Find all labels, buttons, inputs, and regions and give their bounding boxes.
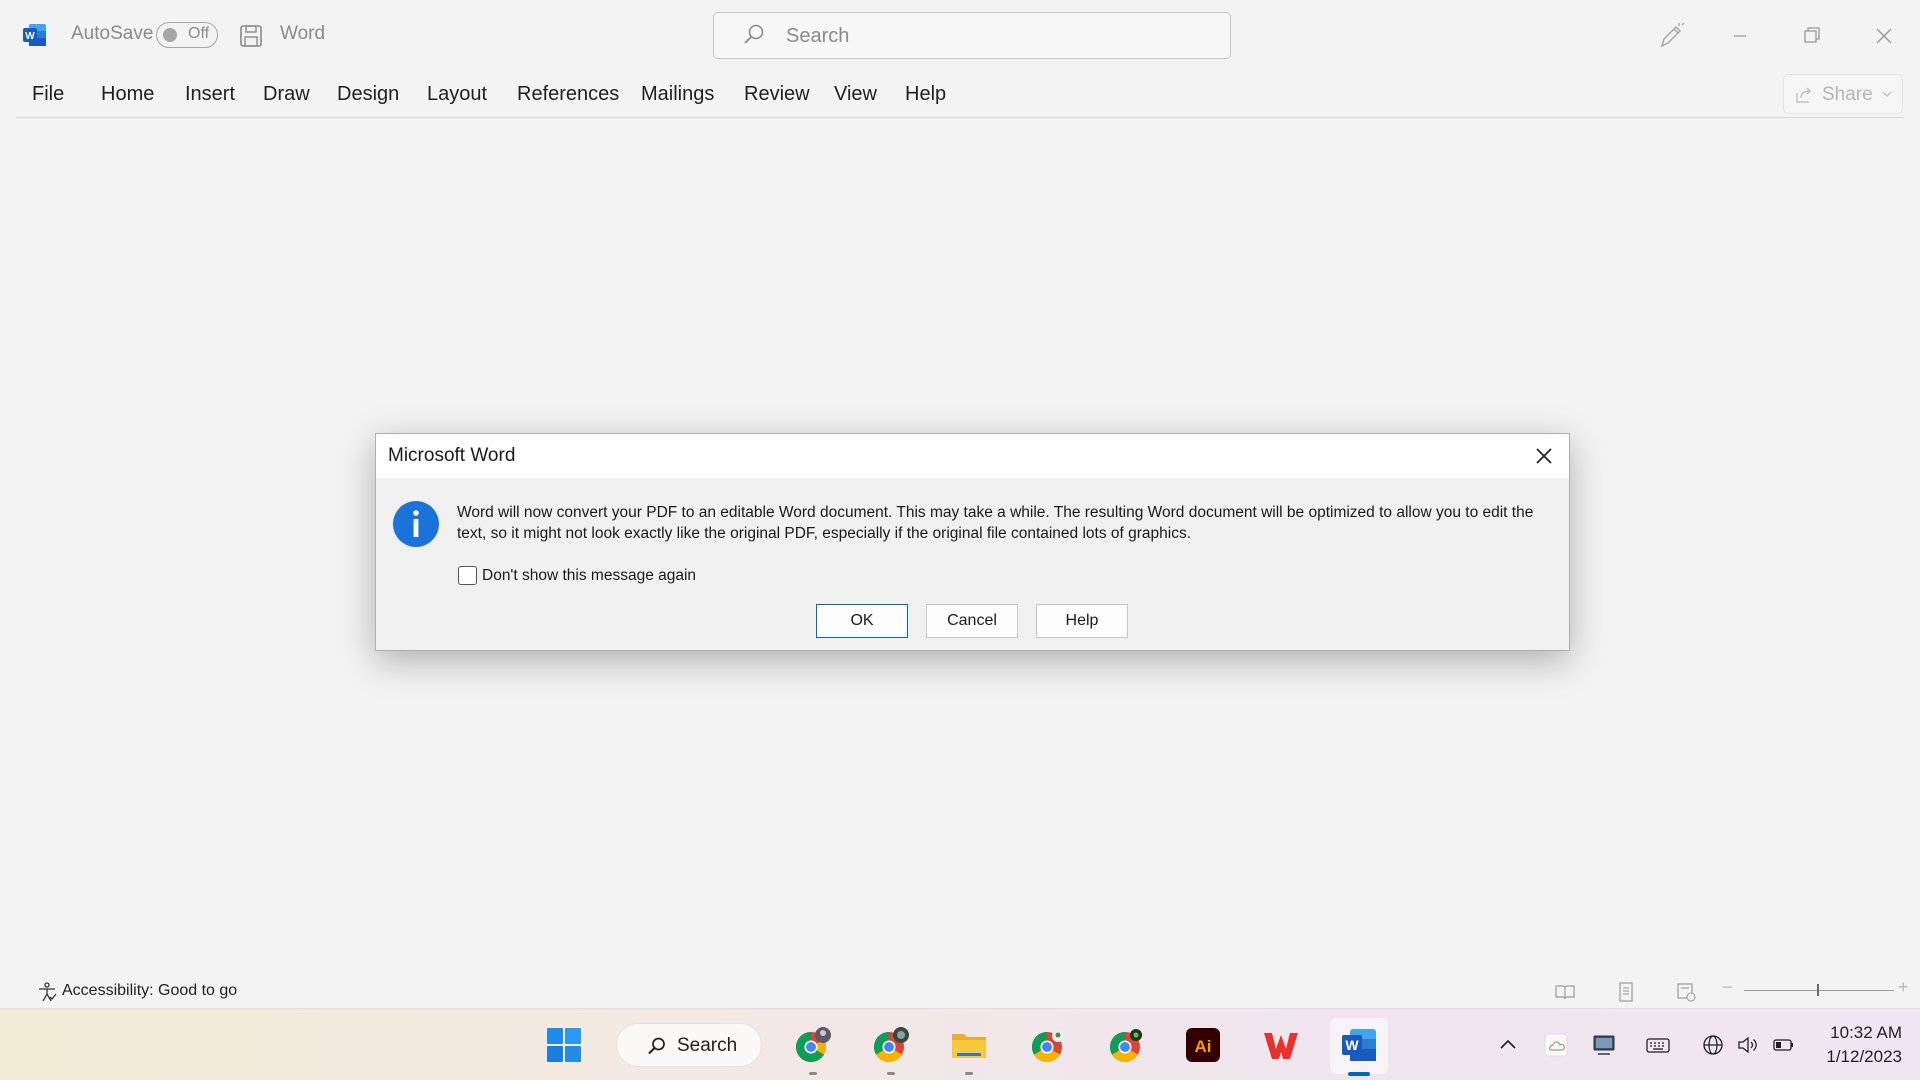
dialog-close-icon[interactable] bbox=[1527, 439, 1561, 473]
taskbar-search-label: Search bbox=[677, 1035, 738, 1056]
chrome-icon[interactable] bbox=[793, 1025, 833, 1065]
clock-time[interactable]: 10:32 AM bbox=[1822, 1023, 1902, 1043]
zoom-slider-thumb[interactable] bbox=[1817, 984, 1819, 996]
search-icon bbox=[744, 24, 764, 44]
taskbar-search[interactable]: Search bbox=[616, 1023, 762, 1067]
chrome-icon[interactable] bbox=[1027, 1025, 1067, 1065]
accessibility-status[interactable]: Accessibility: Good to go bbox=[62, 982, 237, 1000]
tab-view[interactable]: View bbox=[834, 83, 877, 106]
cancel-button[interactable]: Cancel bbox=[926, 604, 1018, 638]
help-button[interactable]: Help bbox=[1036, 604, 1128, 638]
dialog-message: Word will now convert your PDF to an edi… bbox=[457, 504, 1534, 542]
zoom-slider-track[interactable] bbox=[1744, 990, 1894, 991]
keyboard-icon[interactable] bbox=[1646, 1033, 1670, 1057]
svg-text:W: W bbox=[25, 31, 35, 42]
display-icon[interactable] bbox=[1592, 1033, 1616, 1057]
autosave-toggle[interactable]: Off bbox=[156, 22, 218, 48]
chevron-up-icon[interactable] bbox=[1496, 1033, 1520, 1057]
tab-design[interactable]: Design bbox=[337, 83, 399, 106]
chevron-down-icon[interactable] bbox=[1880, 87, 1894, 101]
tab-references[interactable]: References bbox=[517, 83, 619, 106]
dialog-title: Microsoft Word bbox=[388, 445, 516, 466]
ribbon-tabs: File Home Insert Draw Design Layout Refe… bbox=[0, 72, 1920, 118]
search-icon bbox=[648, 1037, 665, 1055]
windows-taskbar: Search Ai W 10:32 AM 1/12/2023 bbox=[0, 1008, 1920, 1080]
autosave-toggle-state: Off bbox=[188, 25, 210, 42]
close-icon[interactable] bbox=[1862, 14, 1906, 58]
tab-home[interactable]: Home bbox=[101, 83, 154, 106]
status-bar: Accessibility: Good to go − + bbox=[0, 974, 1920, 1008]
ribbon-divider bbox=[16, 117, 1904, 118]
convert-pdf-dialog: Microsoft Word Word will now convert you… bbox=[375, 433, 1570, 651]
read-mode-icon[interactable] bbox=[1554, 981, 1576, 1003]
share-icon bbox=[1796, 87, 1811, 103]
save-icon[interactable] bbox=[238, 23, 264, 49]
ok-button[interactable]: OK bbox=[816, 604, 908, 638]
minimize-icon[interactable] bbox=[1718, 14, 1762, 58]
active-indicator bbox=[1348, 1072, 1370, 1076]
autosave-label: AutoSave bbox=[71, 23, 154, 44]
dont-show-label[interactable]: Don't show this message again bbox=[482, 567, 696, 585]
search-box[interactable] bbox=[713, 12, 1231, 59]
search-input[interactable] bbox=[784, 21, 1208, 51]
tab-file[interactable]: File bbox=[32, 83, 64, 106]
tab-mailings[interactable]: Mailings bbox=[641, 83, 714, 106]
onedrive-icon[interactable] bbox=[1544, 1033, 1568, 1057]
info-icon bbox=[393, 501, 439, 547]
running-indicator bbox=[965, 1072, 973, 1075]
tab-review[interactable]: Review bbox=[744, 83, 810, 106]
running-indicator bbox=[887, 1072, 895, 1075]
web-layout-icon[interactable] bbox=[1675, 981, 1697, 1003]
restore-icon[interactable] bbox=[1790, 14, 1834, 58]
chrome-icon[interactable] bbox=[1105, 1025, 1145, 1065]
dont-show-checkbox[interactable] bbox=[458, 566, 477, 585]
running-indicator bbox=[809, 1072, 817, 1075]
volume-icon[interactable] bbox=[1736, 1033, 1760, 1057]
dialog-title-bar: Microsoft Word bbox=[376, 434, 1569, 478]
tab-layout[interactable]: Layout bbox=[427, 83, 487, 106]
accessibility-icon[interactable] bbox=[36, 981, 58, 1003]
battery-icon[interactable] bbox=[1772, 1033, 1796, 1057]
wps-office-icon[interactable] bbox=[1261, 1025, 1301, 1065]
share-label: Share bbox=[1822, 84, 1873, 105]
tab-help[interactable]: Help bbox=[905, 83, 946, 106]
document-title: Word bbox=[280, 23, 326, 44]
network-icon[interactable] bbox=[1701, 1033, 1725, 1057]
word-taskbar-icon[interactable]: W bbox=[1339, 1025, 1379, 1065]
file-explorer-icon[interactable] bbox=[949, 1025, 989, 1065]
tab-draw[interactable]: Draw bbox=[263, 83, 310, 106]
chrome-icon[interactable] bbox=[871, 1025, 911, 1065]
tab-insert[interactable]: Insert bbox=[185, 83, 235, 106]
toggle-knob bbox=[163, 28, 177, 42]
zoom-in-button[interactable]: + bbox=[1898, 977, 1909, 998]
share-button[interactable]: Share bbox=[1783, 74, 1903, 114]
adobe-illustrator-icon[interactable]: Ai bbox=[1183, 1025, 1223, 1065]
clock-date[interactable]: 1/12/2023 bbox=[1812, 1047, 1902, 1067]
illustrator-label: Ai bbox=[1195, 1037, 1212, 1056]
svg-text:W: W bbox=[1345, 1037, 1359, 1053]
word-app-icon[interactable]: W bbox=[22, 22, 48, 48]
print-layout-icon[interactable] bbox=[1615, 981, 1637, 1003]
designer-pen-icon[interactable] bbox=[1648, 14, 1692, 58]
windows-start-icon[interactable] bbox=[544, 1025, 584, 1065]
zoom-out-button[interactable]: − bbox=[1722, 977, 1733, 998]
title-bar: W AutoSave Off Word bbox=[0, 0, 1920, 72]
